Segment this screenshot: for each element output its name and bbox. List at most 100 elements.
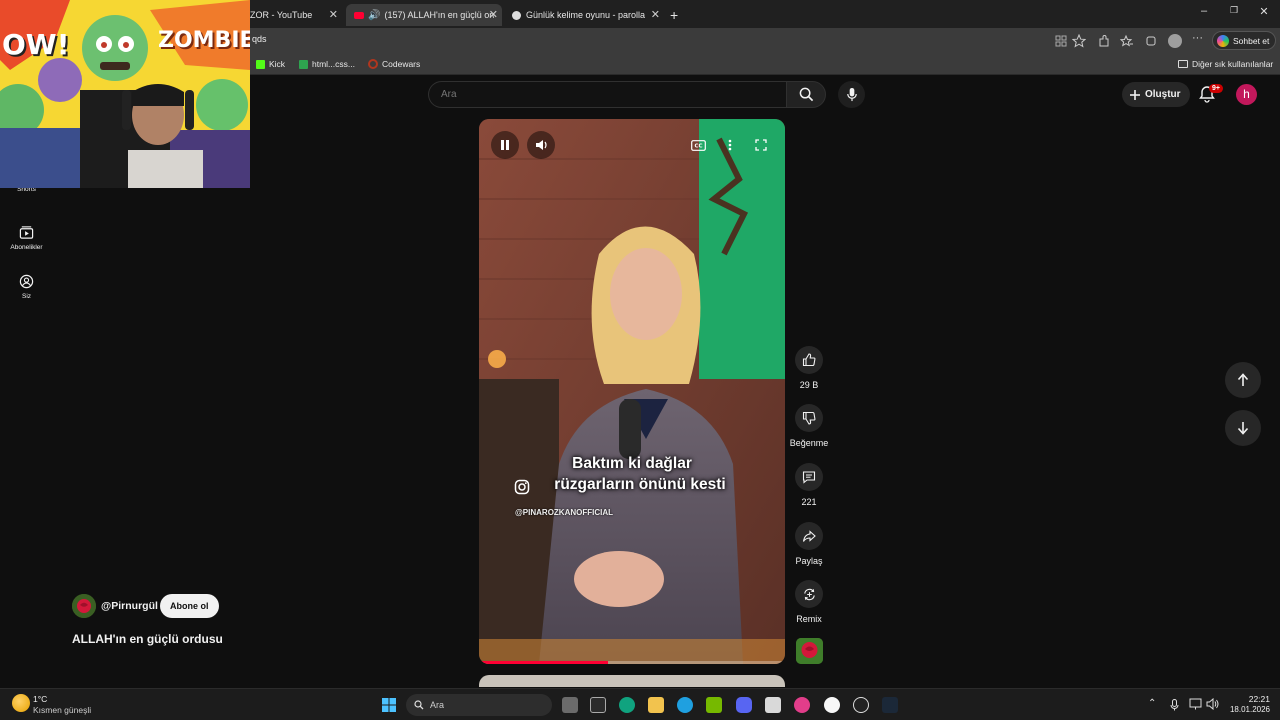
svg-text:CC: CC	[694, 143, 702, 149]
tab-youtube-zor[interactable]: ZOR - YouTube ✕	[250, 4, 342, 26]
app-grid-icon[interactable]	[1054, 34, 1068, 48]
windows-start-icon[interactable]	[381, 697, 397, 713]
discord-icon[interactable]	[736, 697, 752, 713]
rose-icon	[796, 638, 823, 664]
pause-icon	[501, 140, 509, 150]
other-bookmarks-folder[interactable]: Diğer sık kullanılanlar	[1178, 59, 1273, 69]
minimize-button[interactable]: –	[1194, 5, 1214, 17]
search-input[interactable]	[441, 89, 741, 100]
network-icon[interactable]	[1189, 698, 1202, 710]
sidebar-item-you[interactable]: Siz	[4, 274, 49, 300]
dislike-button[interactable]	[795, 404, 823, 432]
bookmark-kick[interactable]: Kick	[256, 59, 285, 69]
app-icon[interactable]	[824, 697, 840, 713]
thumbs-down-icon	[802, 411, 816, 425]
obs-icon[interactable]	[853, 697, 869, 713]
clock-time[interactable]: 22:21	[1240, 694, 1270, 704]
user-avatar[interactable]: h	[1236, 84, 1257, 105]
taskbar-search[interactable]: Ara	[406, 694, 552, 716]
arrow-up-icon	[1237, 373, 1249, 386]
pause-button[interactable]	[491, 131, 519, 159]
star-icon[interactable]	[1072, 34, 1086, 48]
remix-icon	[803, 588, 815, 600]
bookmark-codewars[interactable]: Codewars	[368, 59, 420, 69]
speaker-icon[interactable]: 🔊	[368, 10, 380, 21]
sidebar-item-label: Siz	[21, 293, 32, 300]
previous-short-button[interactable]	[1225, 362, 1261, 398]
remix-button[interactable]	[795, 580, 823, 608]
comments-button[interactable]	[795, 463, 823, 491]
youtube-favicon-icon	[354, 11, 364, 19]
next-short-preview[interactable]	[479, 675, 785, 687]
search-button[interactable]	[786, 81, 826, 108]
more-vertical-icon	[728, 139, 732, 151]
more-menu-icon[interactable]: ···	[1192, 32, 1206, 46]
copilot-chat-button[interactable]: Sohbet et	[1212, 31, 1277, 50]
widgets-icon[interactable]	[590, 697, 606, 713]
volume-icon[interactable]	[1206, 698, 1219, 710]
close-tab-icon[interactable]: ✕	[651, 8, 660, 21]
copilot-icon	[1217, 34, 1229, 47]
channel-avatar[interactable]	[72, 594, 96, 618]
channel-handle[interactable]: @Pirnurgül	[101, 600, 158, 612]
notification-count-badge: 9+	[1209, 84, 1223, 93]
chevron-up-icon[interactable]: ⌃	[1148, 698, 1156, 709]
copilot-app-icon[interactable]	[794, 697, 810, 713]
chatgpt-icon[interactable]	[619, 697, 635, 713]
edge-browser-icon[interactable]	[677, 697, 693, 713]
comment-count: 221	[801, 497, 817, 507]
more-options-button[interactable]	[716, 131, 744, 159]
captions-button[interactable]: CC	[684, 131, 712, 159]
like-button[interactable]	[795, 346, 823, 374]
task-view-icon[interactable]	[562, 697, 578, 713]
sound-thumbnail[interactable]	[796, 638, 823, 664]
nvidia-icon[interactable]	[706, 697, 722, 713]
profile-icon[interactable]	[1168, 34, 1182, 48]
shorts-video-player[interactable]: CC Baktım ki dağlar rüzgarların önünü ke…	[479, 119, 785, 664]
short-title[interactable]: ALLAH'ın en güçlü ordusu	[72, 632, 223, 646]
tab-youtube-active[interactable]: 🔊 (157) ALLAH'ın en güçlü ordu ✕	[346, 4, 502, 26]
bookmark-html-css[interactable]: html...css...	[299, 59, 355, 69]
remix-label: Remix	[796, 614, 822, 624]
next-short-button[interactable]	[1225, 410, 1261, 446]
tab-title: ZOR - YouTube	[250, 10, 313, 20]
bookmark-label: Kick	[269, 59, 286, 69]
file-explorer-icon[interactable]	[648, 697, 664, 713]
comic-text-zombie: ZOMBIE!	[158, 28, 250, 53]
close-tab-icon[interactable]: ✕	[489, 8, 498, 21]
rose-avatar-icon	[72, 594, 96, 618]
new-tab-button[interactable]: +	[670, 4, 686, 26]
sidebar-item-subscriptions[interactable]: Abonelikler	[4, 225, 49, 251]
subscribe-button[interactable]: Abone ol	[160, 594, 219, 618]
clock-date[interactable]: 18.01.2026	[1222, 705, 1270, 714]
microphone-icon[interactable]	[1170, 699, 1179, 711]
expand-icon	[755, 139, 767, 151]
weather-temp: 1°C	[33, 694, 48, 704]
instagram-handle: @PINAROZKANOFFICIAL	[515, 508, 614, 517]
caption-line-1: Baktım ki dağlar	[572, 455, 692, 472]
extensions-icon[interactable]	[1097, 34, 1111, 48]
parolla-favicon-icon	[512, 10, 521, 20]
snipping-tool-icon[interactable]	[765, 697, 781, 713]
create-button[interactable]: Oluştur	[1122, 82, 1190, 107]
share-label: Paylaş	[795, 556, 823, 566]
favorites-icon[interactable]	[1120, 34, 1134, 48]
search-icon	[414, 700, 424, 710]
voice-search-button[interactable]	[838, 81, 865, 108]
volume-button[interactable]	[527, 131, 555, 159]
tab-parolla[interactable]: Günlük kelime oyunu - parolla - Kı ✕	[508, 4, 664, 26]
collections-icon[interactable]	[1144, 34, 1158, 48]
share-button[interactable]	[795, 522, 823, 550]
create-label: Oluştur	[1145, 89, 1181, 100]
restore-button[interactable]: ❐	[1224, 5, 1244, 16]
steam-icon[interactable]	[882, 697, 898, 713]
dislike-label: Beğenme	[789, 438, 829, 448]
instagram-icon	[514, 479, 530, 495]
progress-bar[interactable]	[479, 661, 785, 664]
close-tab-icon[interactable]: ✕	[329, 8, 338, 21]
url-field[interactable]: qds	[252, 34, 267, 44]
weather-icon[interactable]	[12, 694, 30, 712]
subscriptions-icon	[19, 226, 34, 239]
close-window-button[interactable]: ✕	[1254, 5, 1274, 18]
fullscreen-button[interactable]	[747, 131, 775, 159]
